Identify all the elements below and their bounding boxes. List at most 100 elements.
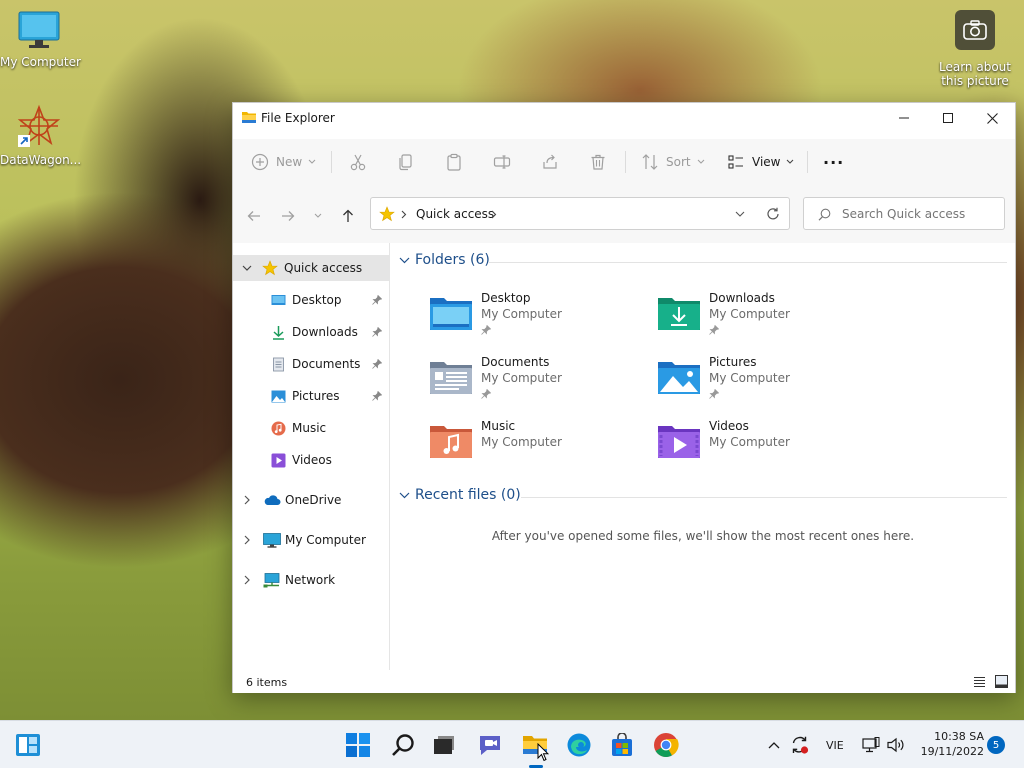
search-button[interactable] — [389, 731, 417, 759]
folder-tile-videos[interactable]: Videos My Computer — [657, 419, 877, 475]
tiles-view-icon[interactable] — [995, 675, 1008, 688]
language-label: VIE — [826, 738, 844, 752]
details-view-icon[interactable] — [973, 676, 986, 688]
documents-folder-icon — [430, 362, 472, 394]
sidebar-item-music[interactable]: Music — [233, 415, 389, 441]
notification-badge[interactable]: 5 — [987, 736, 1005, 754]
address-bar[interactable]: Quick access — [370, 197, 790, 230]
chevron-down-icon — [399, 492, 410, 498]
pin-icon[interactable] — [372, 359, 382, 369]
show-hidden-icons-button[interactable] — [768, 735, 780, 755]
spotlight-learn-about-picture[interactable]: Learn about this picture — [936, 10, 1014, 88]
folder-name: Videos — [709, 419, 749, 433]
desktop-icon-my-computer[interactable]: My Computer — [0, 10, 81, 69]
toolbar-divider — [625, 151, 626, 173]
recent-locations-button[interactable] — [309, 205, 327, 227]
videos-folder-icon — [658, 426, 700, 458]
clock[interactable]: 10:38 SA 19/11/2022 — [918, 729, 984, 759]
chevron-down-icon[interactable] — [735, 211, 745, 218]
pin-icon[interactable] — [372, 327, 382, 337]
folder-tile-documents[interactable]: Documents My Computer — [429, 355, 649, 411]
maximize-button[interactable] — [925, 103, 971, 133]
delete-button[interactable] — [589, 149, 607, 175]
close-icon — [986, 112, 998, 124]
chat-icon — [480, 736, 500, 755]
sidebar-item-desktop[interactable]: Desktop — [233, 287, 389, 313]
sidebar-item-label: Pictures — [292, 389, 340, 403]
pin-icon[interactable] — [372, 295, 382, 305]
widgets-icon — [16, 734, 40, 756]
navigation-pane: Quick access Desktop Downloads Documents… — [233, 243, 390, 670]
toolbar-divider — [807, 151, 808, 173]
network-status-button[interactable] — [862, 735, 880, 755]
folders-section-header[interactable]: Folders (6) — [399, 250, 490, 270]
sync-alert-icon — [792, 736, 809, 754]
taskbar-file-explorer[interactable] — [521, 731, 549, 768]
chevron-down-icon[interactable] — [242, 265, 252, 272]
chevron-up-icon — [768, 742, 780, 749]
sidebar-item-quick-access[interactable]: Quick access — [233, 255, 389, 281]
cloud-icon — [264, 495, 281, 505]
view-button[interactable]: View — [727, 149, 794, 175]
new-button[interactable]: New — [251, 149, 316, 175]
volume-button[interactable] — [886, 735, 906, 755]
folder-tile-downloads[interactable]: Downloads My Computer — [657, 291, 877, 347]
input-language-indicator[interactable]: VIE — [826, 735, 844, 755]
recent-files-section-header[interactable]: Recent files (0) — [399, 485, 521, 505]
file-explorer-window: File Explorer New Sort View ··· Quick ac… — [232, 102, 1016, 693]
download-arrow-icon — [273, 325, 284, 340]
sidebar-item-documents[interactable]: Documents — [233, 351, 389, 377]
folder-tile-music[interactable]: Music My Computer — [429, 419, 649, 475]
chat-button[interactable] — [476, 731, 504, 759]
star-icon — [262, 260, 278, 276]
paste-button[interactable] — [445, 149, 463, 175]
search-icon — [392, 734, 414, 756]
taskbar-microsoft-store[interactable] — [608, 731, 636, 759]
close-button[interactable] — [969, 103, 1015, 133]
desktop-icon-datawagon[interactable]: DataWagon... — [0, 104, 82, 167]
sort-button[interactable]: Sort — [641, 149, 705, 175]
chevron-right-icon[interactable] — [244, 575, 251, 585]
desktop-icon-label: DataWagon... — [0, 153, 82, 167]
more-options-button[interactable]: ··· — [823, 149, 844, 175]
search-box[interactable] — [803, 197, 1005, 230]
address-location[interactable]: Quick access — [416, 207, 494, 221]
refresh-icon[interactable] — [766, 207, 780, 221]
widgets-button[interactable] — [14, 731, 42, 759]
start-button[interactable] — [344, 731, 372, 759]
up-button[interactable] — [337, 205, 359, 227]
more-options-label: ··· — [823, 152, 845, 172]
taskbar-edge[interactable] — [565, 731, 593, 759]
folder-tile-desktop[interactable]: Desktop My Computer — [429, 291, 649, 347]
sidebar-item-onedrive[interactable]: OneDrive — [233, 487, 389, 513]
new-label: New — [276, 155, 303, 169]
sidebar-item-network[interactable]: Network — [233, 567, 389, 593]
taskbar-chrome[interactable] — [652, 731, 680, 759]
forward-button[interactable] — [277, 205, 299, 227]
sidebar-item-my-computer[interactable]: My Computer — [233, 527, 389, 553]
task-view-button[interactable] — [430, 731, 458, 759]
plus-circle-icon — [251, 153, 269, 171]
chevron-right-icon[interactable] — [244, 535, 251, 545]
edge-browser-icon — [567, 733, 591, 757]
minimize-button[interactable] — [881, 103, 927, 133]
sidebar-item-pictures[interactable]: Pictures — [233, 383, 389, 409]
pin-icon[interactable] — [372, 391, 382, 401]
share-button[interactable] — [541, 149, 559, 175]
sort-label: Sort — [666, 155, 691, 169]
copy-button[interactable] — [397, 149, 415, 175]
title-bar[interactable]: File Explorer — [233, 103, 1015, 133]
rename-button[interactable] — [493, 149, 511, 175]
copy-icon — [399, 154, 412, 171]
trash-icon — [591, 154, 605, 170]
cut-button[interactable] — [349, 149, 367, 175]
sync-status-button[interactable] — [790, 735, 810, 755]
back-button[interactable] — [243, 205, 265, 227]
sidebar-item-videos[interactable]: Videos — [233, 447, 389, 473]
chevron-right-icon[interactable] — [244, 495, 251, 505]
folder-tile-pictures[interactable]: Pictures My Computer — [657, 355, 877, 411]
pin-icon — [481, 389, 491, 399]
folder-name: Downloads — [709, 291, 775, 305]
search-input[interactable] — [842, 205, 997, 223]
sidebar-item-downloads[interactable]: Downloads — [233, 319, 389, 345]
